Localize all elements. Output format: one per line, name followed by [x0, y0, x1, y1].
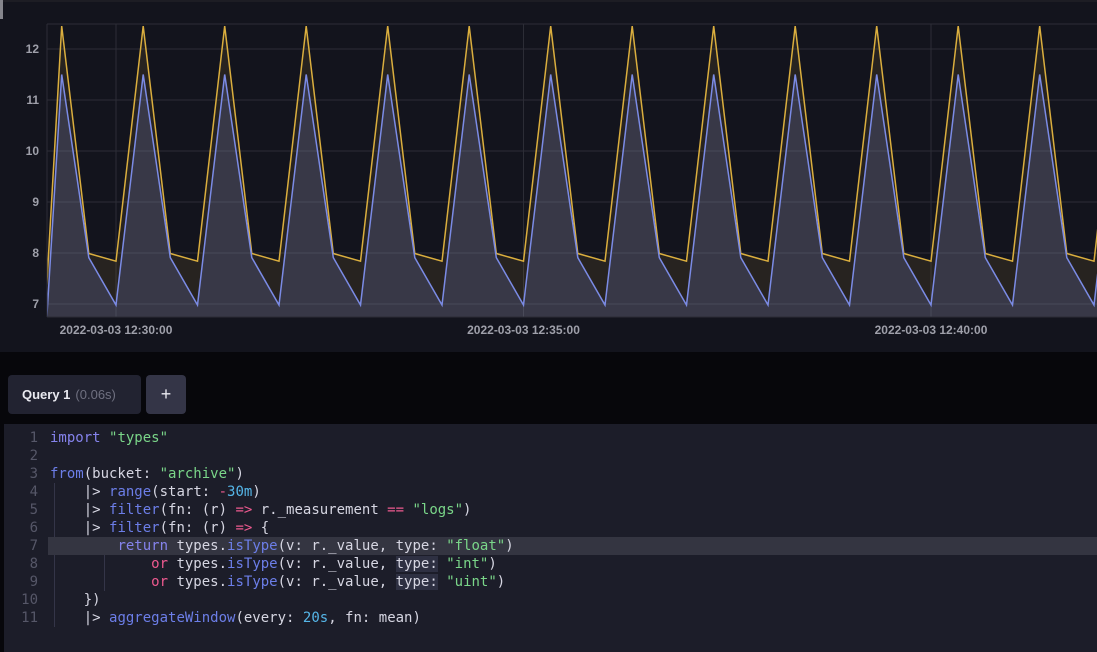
x-axis-tick-label: 2022-03-03 12:30:00 [60, 323, 173, 337]
code-line[interactable]: 6 |> filter(fn: (r) => { [4, 519, 1097, 537]
code-line[interactable]: 11 |> aggregateWindow(every: 20s, fn: me… [4, 609, 1097, 627]
code-line-text[interactable]: |> range(start: -30m) [50, 483, 261, 501]
code-line-text[interactable]: |> filter(fn: (r) => r._measurement == "… [50, 501, 471, 519]
add-query-button[interactable]: + [146, 375, 186, 414]
time-series-plot[interactable] [0, 0, 1097, 352]
code-line-text[interactable]: import "types" [50, 429, 168, 447]
x-axis-tick-label: 2022-03-03 12:40:00 [875, 323, 988, 337]
code-line-text[interactable]: or types.isType(v: r._value, type: "int"… [50, 555, 497, 573]
x-axis-tick-label: 2022-03-03 12:35:00 [467, 323, 580, 337]
code-line-text[interactable]: from(bucket: "archive") [50, 465, 244, 483]
y-axis-tick-label: 7 [0, 296, 39, 312]
window-top-edge [0, 0, 1097, 2]
y-axis-tick-label: 12 [0, 41, 39, 57]
query-tab-bar: Query 1 (0.06s) + [0, 352, 1097, 424]
line-number: 10 [4, 591, 38, 609]
query-tab[interactable]: Query 1 (0.06s) [8, 375, 141, 414]
line-number: 11 [4, 609, 38, 627]
query-duration-badge: (0.06s) [75, 387, 115, 402]
code-line[interactable]: 2 [4, 447, 1097, 465]
line-number: 3 [4, 465, 38, 483]
code-line[interactable]: 9 or types.isType(v: r._value, type: "ui… [4, 573, 1097, 591]
code-line-text[interactable]: or types.isType(v: r._value, type: "uint… [50, 573, 505, 591]
y-axis-tick-label: 8 [0, 245, 39, 261]
code-line-text[interactable]: return types.isType(v: r._value, type: "… [50, 537, 514, 555]
code-line-text[interactable]: }) [50, 591, 101, 609]
code-line-text[interactable]: |> filter(fn: (r) => { [50, 519, 269, 537]
plus-icon: + [161, 384, 172, 404]
code-line-text[interactable]: |> aggregateWindow(every: 20s, fn: mean) [50, 609, 421, 627]
flux-code-editor[interactable]: 1 import "types" 23 from(bucket: "archive")… [4, 424, 1097, 652]
line-number: 2 [4, 447, 38, 465]
code-line[interactable]: 5 |> filter(fn: (r) => r._measurement ==… [4, 501, 1097, 519]
query-tab-label: Query 1 [22, 387, 70, 402]
code-line[interactable]: 4 |> range(start: -30m) [4, 483, 1097, 501]
line-number: 4 [4, 483, 38, 501]
line-number: 7 [4, 537, 38, 555]
line-number: 5 [4, 501, 38, 519]
line-number: 9 [4, 573, 38, 591]
data-explorer: 1211109872022-03-03 12:30:002022-03-03 1… [0, 0, 1097, 652]
code-line[interactable]: 8 or types.isType(v: r._value, type: "in… [4, 555, 1097, 573]
code-line[interactable]: 7 return types.isType(v: r._value, type:… [4, 537, 1097, 555]
line-number: 8 [4, 555, 38, 573]
y-axis-tick-label: 9 [0, 194, 39, 210]
window-corner-artifact [0, 0, 3, 19]
code-line[interactable]: 1 import "types" [4, 429, 1097, 447]
line-number: 6 [4, 519, 38, 537]
graph-panel: 12 11 10 9 8 7 2022-03-03 12:30:00 2022-03-03 1… [0, 2, 1097, 352]
y-axis-tick-label: 10 [0, 143, 39, 159]
y-axis-tick-label: 11 [0, 92, 39, 108]
code-line[interactable]: 3 from(bucket: "archive") [4, 465, 1097, 483]
line-number: 1 [4, 429, 38, 447]
code-line[interactable]: 10 }) [4, 591, 1097, 609]
